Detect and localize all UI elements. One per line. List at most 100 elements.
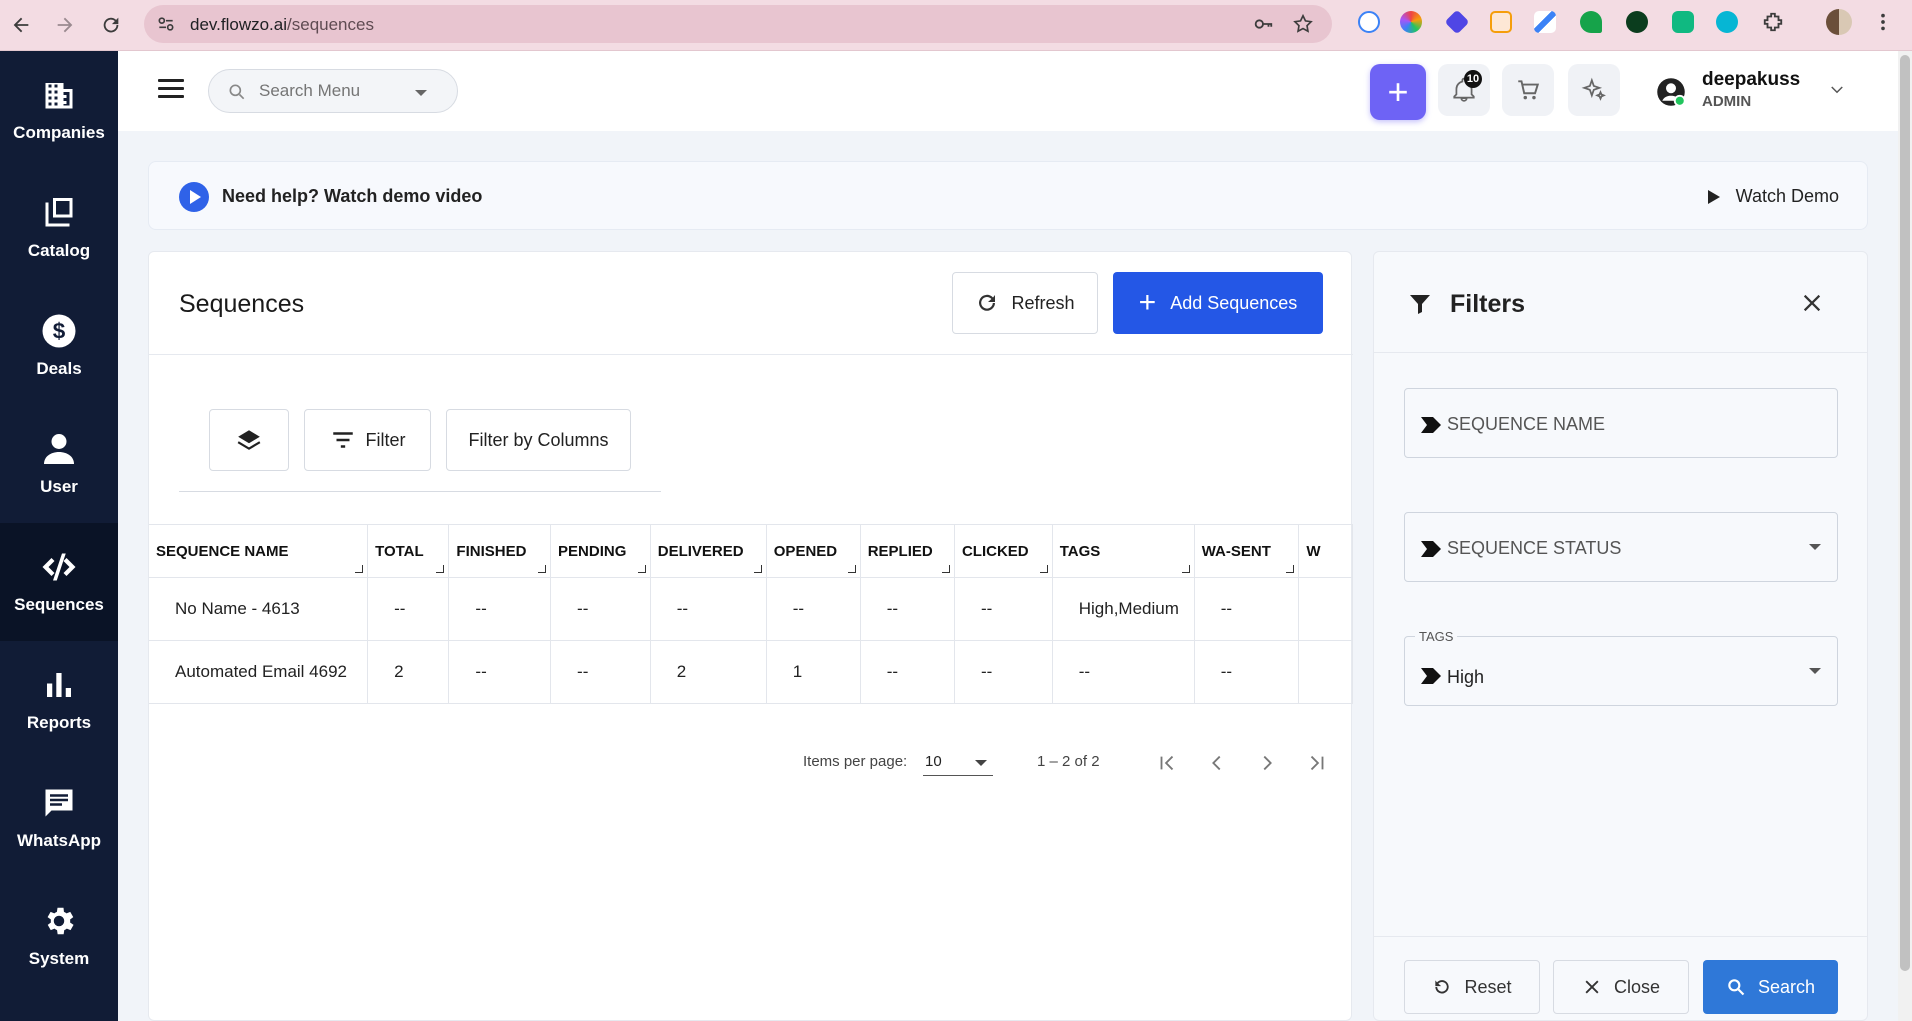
previous-page-button[interactable] bbox=[1202, 748, 1232, 778]
profile-avatar[interactable] bbox=[1826, 9, 1852, 35]
column-header-delivered[interactable]: DELIVERED bbox=[650, 524, 767, 578]
ai-sparkle-button[interactable] bbox=[1568, 64, 1620, 116]
key-icon[interactable] bbox=[1252, 13, 1274, 35]
sidebar-label-catalog: Catalog bbox=[27, 241, 91, 260]
last-page-button[interactable] bbox=[1302, 748, 1332, 778]
sidebar: Companies Catalog $ Deals User Sequences… bbox=[0, 51, 118, 1021]
tags-select[interactable]: TAGS High bbox=[1404, 629, 1838, 706]
scrollbar-thumb[interactable] bbox=[1900, 55, 1910, 971]
items-per-page-select[interactable]: 10 bbox=[923, 748, 993, 776]
column-header-partial[interactable]: W bbox=[1298, 524, 1353, 578]
sidebar-label-reports: Reports bbox=[26, 713, 92, 732]
column-header-opened[interactable]: OPENED bbox=[766, 524, 861, 578]
back-button[interactable] bbox=[4, 8, 38, 42]
user-name[interactable]: deepakuss bbox=[1702, 69, 1800, 91]
refresh-label: Refresh bbox=[1011, 292, 1075, 313]
resize-handle-icon[interactable] bbox=[941, 565, 950, 573]
table-header-row: SEQUENCE NAME TOTAL FINISHED PENDING DEL… bbox=[149, 524, 1353, 578]
resize-handle-icon[interactable] bbox=[1286, 565, 1295, 573]
menu-toggle-button[interactable] bbox=[158, 79, 184, 103]
puzzle-icon[interactable] bbox=[1762, 11, 1784, 33]
resize-handle-icon[interactable] bbox=[436, 565, 445, 573]
reset-button[interactable]: Reset bbox=[1404, 960, 1540, 1014]
column-header-total[interactable]: TOTAL bbox=[367, 524, 450, 578]
chevron-down-icon bbox=[975, 760, 987, 766]
extension-2-icon[interactable] bbox=[1400, 11, 1422, 33]
filter-button[interactable]: Filter bbox=[304, 409, 431, 471]
extension-9-icon[interactable] bbox=[1716, 11, 1738, 33]
resize-handle-icon[interactable] bbox=[637, 565, 646, 573]
search-menu[interactable] bbox=[208, 69, 458, 113]
chevron-down-icon[interactable] bbox=[1828, 81, 1846, 99]
search-menu-input[interactable] bbox=[259, 79, 409, 103]
plus-icon: + bbox=[1138, 286, 1157, 319]
column-header-replied[interactable]: REPLIED bbox=[860, 524, 955, 578]
page-scrollbar[interactable] bbox=[1898, 51, 1912, 1021]
chat-icon bbox=[45, 789, 73, 817]
column-header-pending[interactable]: PENDING bbox=[550, 524, 651, 578]
cell-finished: -- bbox=[448, 640, 552, 704]
table-row[interactable]: Automated Email 4692 2 -- -- 2 1 -- -- -… bbox=[149, 640, 1353, 704]
play-icon[interactable] bbox=[179, 182, 209, 212]
user-avatar-icon[interactable] bbox=[1656, 77, 1686, 107]
sidebar-item-system[interactable]: System bbox=[0, 877, 118, 995]
cell-sequence-name[interactable]: No Name - 4613 bbox=[149, 577, 369, 641]
resize-handle-icon[interactable] bbox=[1039, 565, 1048, 573]
cart-button[interactable] bbox=[1502, 64, 1554, 116]
code-icon bbox=[42, 553, 76, 581]
notifications-button[interactable]: 10 bbox=[1438, 64, 1490, 116]
column-header-clicked[interactable]: CLICKED bbox=[954, 524, 1053, 578]
sidebar-item-whatsapp[interactable]: WhatsApp bbox=[0, 759, 118, 877]
search-button[interactable]: Search bbox=[1703, 960, 1838, 1014]
close-label: Close bbox=[1613, 976, 1661, 997]
forward-button[interactable] bbox=[48, 8, 82, 42]
sidebar-item-user[interactable]: User bbox=[0, 405, 118, 523]
sequence-name-field[interactable]: SEQUENCE NAME bbox=[1404, 388, 1838, 458]
close-icon[interactable] bbox=[1801, 292, 1823, 314]
add-sequences-button[interactable]: + Add Sequences bbox=[1113, 272, 1323, 334]
next-page-button[interactable] bbox=[1252, 748, 1282, 778]
extension-7-icon[interactable] bbox=[1626, 11, 1648, 33]
layers-button[interactable] bbox=[209, 409, 289, 471]
first-page-button[interactable] bbox=[1152, 748, 1182, 778]
sequence-status-select[interactable]: SEQUENCE STATUS bbox=[1404, 512, 1838, 582]
extension-4-icon[interactable] bbox=[1490, 11, 1512, 33]
bookmark-star-icon[interactable] bbox=[1292, 13, 1314, 35]
sidebar-item-sequences[interactable]: Sequences bbox=[0, 523, 118, 641]
filter-by-columns-button[interactable]: Filter by Columns bbox=[446, 409, 631, 471]
resize-handle-icon[interactable] bbox=[1181, 565, 1190, 573]
resize-handle-icon[interactable] bbox=[355, 565, 364, 573]
refresh-button[interactable]: Refresh bbox=[952, 272, 1098, 334]
sidebar-item-catalog[interactable]: Catalog bbox=[0, 169, 118, 287]
column-header-tags[interactable]: TAGS bbox=[1052, 524, 1195, 578]
resize-handle-icon[interactable] bbox=[538, 565, 547, 573]
column-header-finished[interactable]: FINISHED bbox=[448, 524, 552, 578]
extension-1-icon[interactable] bbox=[1358, 11, 1380, 33]
quick-add-button[interactable]: + bbox=[1370, 64, 1426, 120]
cell-partial bbox=[1298, 577, 1353, 641]
cell-total: -- bbox=[367, 577, 450, 641]
resize-handle-icon[interactable] bbox=[753, 565, 762, 573]
sidebar-item-companies[interactable]: Companies bbox=[0, 51, 118, 169]
column-header-sequence-name[interactable]: SEQUENCE NAME bbox=[149, 524, 369, 578]
close-button[interactable]: Close bbox=[1553, 960, 1689, 1014]
sidebar-item-reports[interactable]: Reports bbox=[0, 641, 118, 759]
reload-button[interactable] bbox=[94, 8, 128, 42]
extension-6-icon[interactable] bbox=[1580, 11, 1602, 33]
funnel-icon bbox=[1410, 295, 1430, 314]
site-settings-icon[interactable] bbox=[156, 14, 176, 34]
cell-sequence-name[interactable]: Automated Email 4692 bbox=[149, 640, 369, 704]
search-icon bbox=[229, 84, 245, 100]
extension-3-icon[interactable] bbox=[1444, 9, 1470, 35]
watch-demo-button[interactable]: Watch Demo bbox=[1707, 186, 1839, 207]
table-row[interactable]: No Name - 4613 -- -- -- -- -- -- -- High… bbox=[149, 577, 1353, 641]
sidebar-item-deals[interactable]: $ Deals bbox=[0, 287, 118, 405]
sparkle-icon bbox=[1581, 77, 1606, 101]
extension-8-icon[interactable] bbox=[1672, 11, 1694, 33]
column-header-wa-sent[interactable]: WA-SENT bbox=[1194, 524, 1300, 578]
resize-handle-icon[interactable] bbox=[847, 565, 856, 573]
cell-wa-sent: -- bbox=[1194, 640, 1300, 704]
extension-5-icon[interactable] bbox=[1534, 11, 1556, 33]
kebab-menu-icon[interactable] bbox=[1872, 11, 1894, 33]
address-bar[interactable]: dev.flowzo.ai/sequences bbox=[144, 5, 1332, 43]
